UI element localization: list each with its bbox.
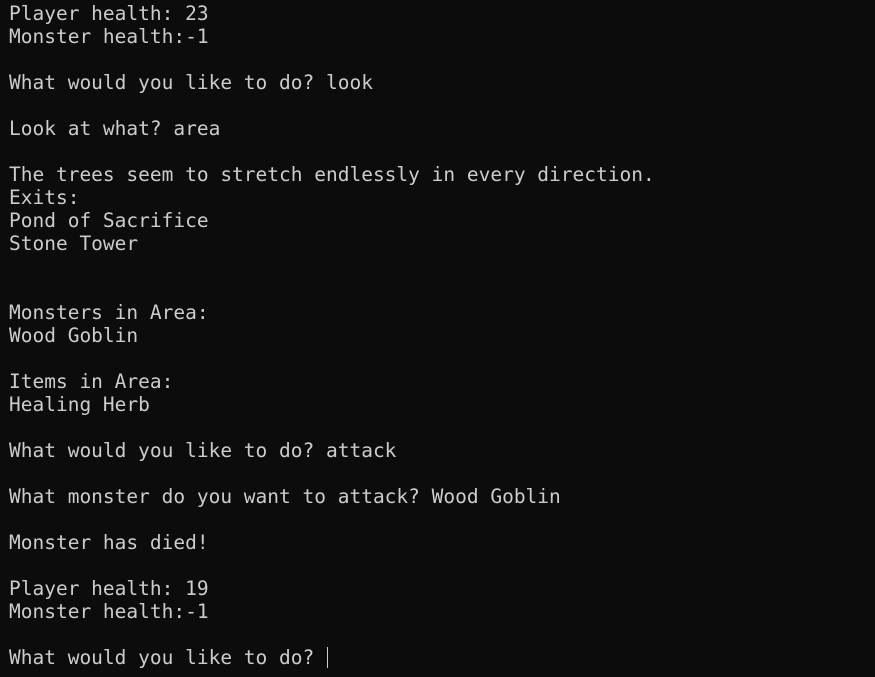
prompt-line[interactable]: What would you like to do? [9, 646, 875, 669]
text-cursor [326, 647, 328, 668]
terminal-line: What would you like to do? attack [9, 439, 397, 462]
terminal-line: Stone Tower [9, 232, 139, 255]
terminal-line: Player health: 19 [9, 577, 209, 600]
terminal-line: Wood Goblin [9, 324, 139, 347]
prompt-text: What would you like to do? [9, 646, 326, 669]
terminal-line: Pond of Sacrifice [9, 209, 209, 232]
terminal-line: What would you like to do? look [9, 71, 373, 94]
terminal-line: Look at what? area [9, 117, 221, 140]
terminal-line: Monster health:-1 [9, 600, 209, 623]
terminal-line: Items in Area: [9, 370, 174, 393]
terminal-line: Monsters in Area: [9, 301, 209, 324]
terminal-output[interactable]: Player health: 23 Monster health:-1 What… [0, 0, 875, 677]
terminal-line: Exits: [9, 186, 80, 209]
terminal-line: Player health: 23 [9, 2, 209, 25]
terminal-line: What monster do you want to attack? Wood… [9, 485, 561, 508]
terminal-line: Monster has died! [9, 531, 209, 554]
terminal-line: Healing Herb [9, 393, 150, 416]
terminal-line: Monster health:-1 [9, 25, 209, 48]
terminal-line: The trees seem to stretch endlessly in e… [9, 163, 655, 186]
